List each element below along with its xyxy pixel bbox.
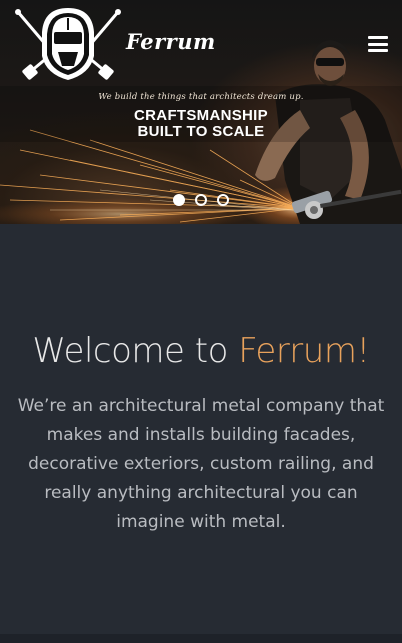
welcome-title-accent: Ferrum! [238, 331, 370, 371]
welcome-body: We’re an architectural metal company tha… [17, 396, 385, 532]
page: Ferrum We build the things that architec… [0, 0, 402, 643]
hero-headline: CRAFTSMANSHIP BUILT TO SCALE [0, 108, 402, 140]
welcome-title: Welcome to Ferrum! [0, 331, 402, 371]
hero-headline-line1: CRAFTSMANSHIP [134, 107, 268, 124]
slide-dot-2[interactable] [195, 194, 207, 206]
slide-dot-3[interactable] [217, 194, 229, 206]
welder-helmet-crossed-torches-logo[interactable] [12, 4, 124, 82]
welcome-title-prefix: Welcome to [32, 331, 239, 371]
hamburger-menu-icon[interactable] [368, 36, 388, 52]
menu-bar [368, 49, 388, 52]
brand-name[interactable]: Ferrum [126, 29, 216, 54]
slider-pagination [173, 194, 229, 206]
hero-tagline: We build the things that architects drea… [98, 92, 304, 102]
welcome-section: Welcome to Ferrum! We’re an architectura… [0, 224, 402, 634]
next-section-edge [0, 634, 402, 643]
hero-headline-line2: BUILT TO SCALE [137, 123, 265, 140]
slide-dot-1[interactable] [173, 194, 185, 206]
hero-slider: Ferrum We build the things that architec… [0, 0, 402, 224]
menu-bar [368, 42, 388, 46]
menu-bar [368, 36, 388, 39]
